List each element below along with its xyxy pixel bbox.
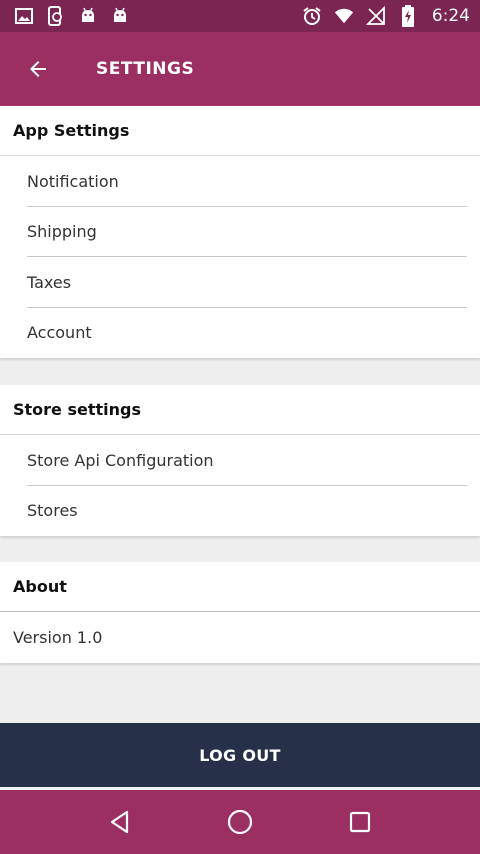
- status-left-icons: [14, 6, 130, 26]
- nav-home-button[interactable]: [216, 798, 264, 846]
- settings-item-shipping[interactable]: Shipping: [0, 207, 480, 258]
- wifi-icon: [334, 6, 354, 26]
- settings-item-account[interactable]: Account: [0, 308, 480, 359]
- status-right-icons: 6:24: [302, 5, 470, 27]
- android-icon: [110, 6, 130, 26]
- recents-square-icon: [349, 811, 371, 833]
- app-settings-section: App Settings Notification Shipping Taxes…: [0, 106, 480, 358]
- nav-back-button[interactable]: [96, 798, 144, 846]
- app-bar: SETTINGS: [0, 32, 480, 106]
- back-button[interactable]: [18, 49, 58, 89]
- page-title: SETTINGS: [96, 59, 195, 79]
- store-settings-heading: Store settings: [0, 385, 480, 435]
- android-icon: [78, 6, 98, 26]
- status-bar: 6:24: [0, 0, 480, 32]
- settings-item-stores[interactable]: Stores: [0, 486, 480, 537]
- status-time: 6:24: [431, 6, 470, 26]
- home-circle-icon: [227, 809, 253, 835]
- version-text: Version 1.0: [13, 627, 103, 647]
- alarm-icon: [302, 6, 322, 26]
- app-settings-heading: App Settings: [0, 106, 480, 156]
- arrow-back-icon: [30, 61, 46, 77]
- battery-charging-icon: [398, 5, 418, 27]
- about-section: About Version 1.0: [0, 562, 480, 663]
- settings-item-store-api-configuration[interactable]: Store Api Configuration: [0, 435, 480, 486]
- nav-recents-button[interactable]: [336, 798, 384, 846]
- store-settings-section: Store settings Store Api Configuration S…: [0, 385, 480, 536]
- about-heading: About: [0, 562, 480, 612]
- settings-item-notification[interactable]: Notification: [0, 156, 480, 207]
- settings-item-taxes[interactable]: Taxes: [0, 257, 480, 308]
- system-nav-bar: [0, 787, 480, 854]
- phone-sync-icon: [46, 6, 66, 26]
- image-icon: [14, 6, 34, 26]
- logout-button[interactable]: LOG OUT: [0, 723, 480, 787]
- no-signal-icon: [365, 6, 386, 26]
- back-triangle-icon: [110, 810, 129, 834]
